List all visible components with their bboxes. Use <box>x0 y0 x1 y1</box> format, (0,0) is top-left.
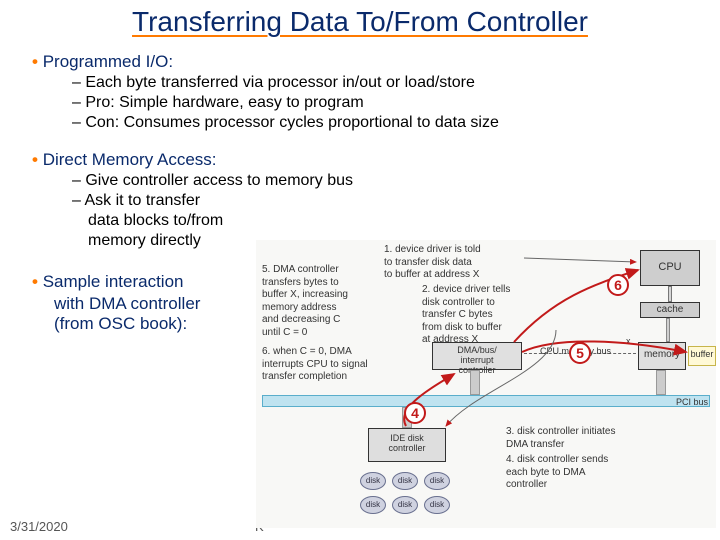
cache-box: cache <box>640 302 700 318</box>
pio-sub2: Pro: Simple hardware, easy to program <box>85 94 363 111</box>
step-3-label: 3. disk controller initiatesDMA transfer <box>506 426 656 451</box>
pio-sub1: Each byte transferred via processor in/o… <box>85 74 475 91</box>
step-6-label: 6. when C = 0, DMAinterrupts CPU to sign… <box>262 346 390 384</box>
bullet-pio: Programmed I/O: <box>43 52 173 71</box>
marker-4: 4 <box>404 402 426 424</box>
memory-x-label: x <box>626 336 631 346</box>
cpu-box: CPU <box>640 250 700 286</box>
marker-5: 5 <box>569 342 591 364</box>
bullet-dma: Direct Memory Access: <box>43 150 217 169</box>
sample-l1: Sample interaction <box>43 272 184 291</box>
footer-date: 3/31/2020 <box>10 519 68 534</box>
memory-box: memory <box>638 342 686 370</box>
disk-icon: disk <box>424 496 450 514</box>
cpu-cache-connector <box>668 286 672 302</box>
disk-icon: disk <box>360 472 386 490</box>
step-5-label: 5. DMA controllertransfers bytes tobuffe… <box>262 264 372 339</box>
pci-bus-label: PCI bus <box>676 397 708 407</box>
ide-controller-box: IDE diskcontroller <box>368 428 446 462</box>
buffer-box: buffer <box>688 346 716 366</box>
slide-title: Transferring Data To/From Controller <box>0 0 720 40</box>
step-4-label: 4. disk controller sendseach byte to DMA… <box>506 454 656 492</box>
step-2-label: 2. device driver tellsdisk controller to… <box>422 284 542 347</box>
disk-icon: disk <box>392 496 418 514</box>
dma-sub3: data blocks to/from <box>88 212 223 229</box>
disk-icon: disk <box>424 472 450 490</box>
cache-mem-connector <box>666 318 670 342</box>
disk-icon: disk <box>392 472 418 490</box>
stub-connector <box>656 370 666 395</box>
dma-sub4: memory directly <box>88 232 201 249</box>
pio-sub3: Con: Consumes processor cycles proportio… <box>85 114 499 131</box>
dma-sub2: Ask it to transfer <box>84 192 200 209</box>
disk-icon: disk <box>360 496 386 514</box>
dma-sub1: Give controller access to memory bus <box>85 172 353 189</box>
marker-6: 6 <box>607 274 629 296</box>
stub-connector <box>470 370 480 395</box>
pci-bus <box>262 395 710 407</box>
dma-controller-box: DMA/bus/interruptcontroller <box>432 342 522 370</box>
step-1-label: 1. device driver is toldto transfer disk… <box>384 244 524 282</box>
dma-diagram: 1. device driver is toldto transfer disk… <box>256 240 716 528</box>
